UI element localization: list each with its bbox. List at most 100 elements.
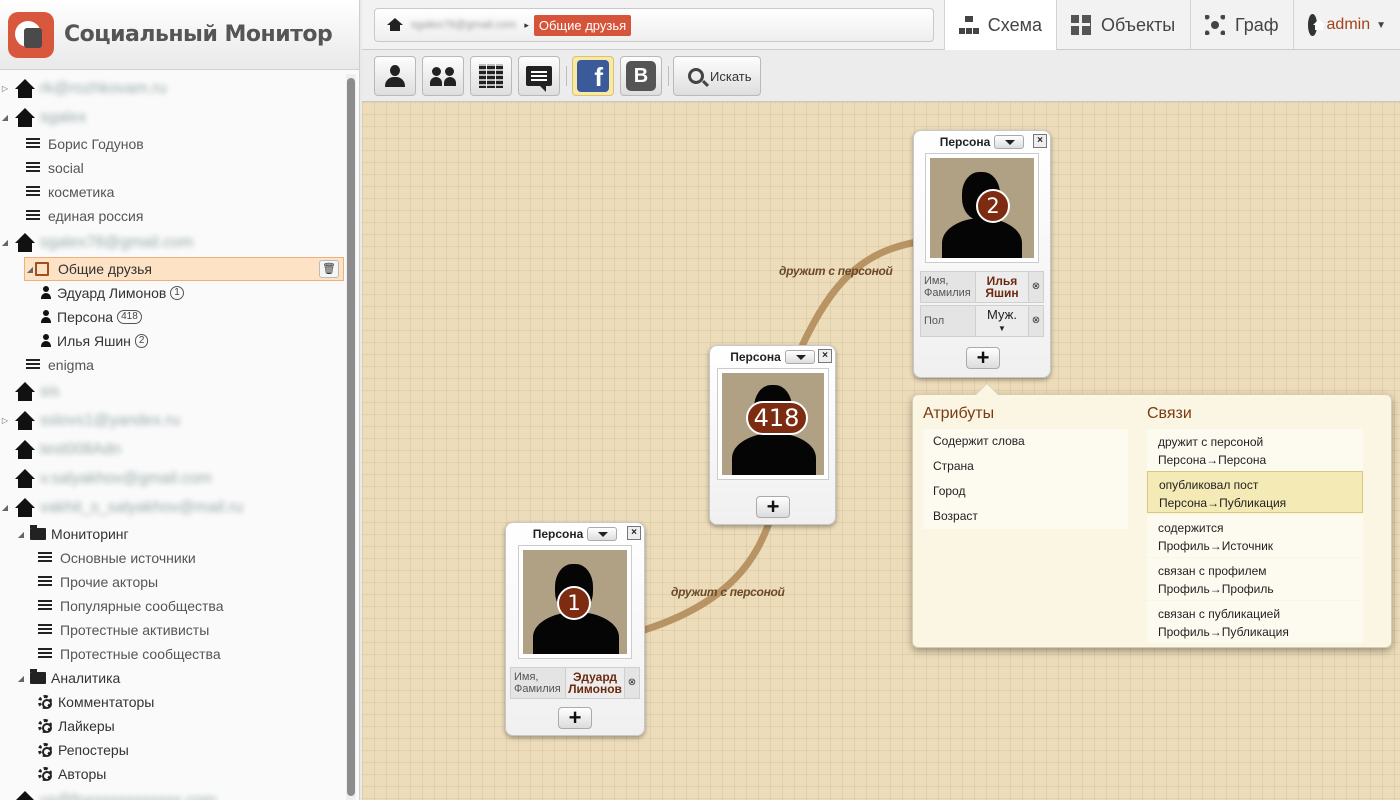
scrollbar-thumb[interactable] bbox=[347, 78, 355, 796]
breadcrumb-current[interactable]: Общие друзья bbox=[533, 14, 632, 36]
trash-icon[interactable]: 🗑 bbox=[319, 260, 339, 278]
expand-icon[interactable]: ▷ bbox=[0, 416, 10, 425]
add-attribute-button[interactable]: + bbox=[966, 347, 1000, 369]
link-option[interactable]: дружит с персоной Персона→Персона bbox=[1147, 429, 1363, 471]
link-option-highlighted[interactable]: опубликовал пост Персона→Публикация bbox=[1147, 471, 1363, 513]
expand-icon[interactable]: ▷ bbox=[0, 84, 10, 93]
tree-item-selected[interactable]: ◢ Общие друзья 🗑 bbox=[24, 257, 344, 281]
tree-item[interactable]: Борис Годунов bbox=[0, 132, 346, 156]
link-option[interactable]: содержится Профиль→Источник bbox=[1147, 515, 1363, 557]
tree-account[interactable]: vs@foxxxxxxxxxxxx.com bbox=[0, 786, 346, 800]
add-message-button[interactable] bbox=[518, 56, 560, 96]
tree-item[interactable]: Протестные активисты bbox=[0, 618, 346, 642]
home-icon bbox=[14, 78, 36, 99]
tree-label: Популярные сообщества bbox=[60, 598, 224, 614]
type-dropdown[interactable] bbox=[587, 527, 618, 541]
tree-account[interactable]: ◢ sgalex bbox=[0, 103, 346, 132]
collapse-icon[interactable]: ◢ bbox=[16, 674, 26, 683]
attribute-option[interactable]: Город bbox=[923, 479, 1128, 504]
link-name: опубликовал пост bbox=[1159, 478, 1259, 492]
tree-account[interactable]: test008Adn bbox=[0, 435, 346, 464]
collapse-icon[interactable]: ◢ bbox=[16, 530, 26, 539]
person-card[interactable]: Персона × 2 Имя, Фамилия Илья Яшин ⊗ Пол Муж… bbox=[913, 130, 1051, 378]
collapse-icon[interactable]: ◢ bbox=[25, 265, 35, 274]
edge-friend-418-2[interactable] bbox=[798, 238, 918, 348]
remove-icon[interactable]: ⊗ bbox=[1029, 272, 1043, 302]
link-option[interactable]: связан с публикацией Профиль→Публикация bbox=[1147, 601, 1363, 643]
tree-item[interactable]: enigma bbox=[0, 353, 346, 377]
person-number: 418 bbox=[745, 401, 808, 435]
tree-item[interactable]: Лайкеры bbox=[0, 714, 346, 738]
tree-item[interactable]: косметика bbox=[0, 180, 346, 204]
gender-select[interactable]: Муж. ▼ bbox=[975, 306, 1029, 336]
logo[interactable]: Социальный Монитор bbox=[0, 0, 359, 70]
edge-friend-1-418[interactable] bbox=[642, 518, 774, 634]
home-icon bbox=[14, 232, 36, 253]
add-attribute-button[interactable]: + bbox=[756, 496, 790, 518]
tree-folder[interactable]: ◢ Аналитика bbox=[0, 666, 346, 690]
attribute-option[interactable]: Страна bbox=[923, 454, 1128, 479]
tree-account[interactable]: sis bbox=[0, 377, 346, 406]
attr-value[interactable]: Эдуард Лимонов bbox=[565, 668, 625, 698]
schema-canvas[interactable]: дружит с персоной дружит с персоной Перс… bbox=[362, 102, 1400, 800]
add-popover: Атрибуты Содержит слова Страна Город Воз… bbox=[912, 383, 1392, 648]
person-card[interactable]: Персона × 418 + bbox=[709, 345, 836, 525]
tree-person[interactable]: Персона 418 bbox=[0, 305, 346, 329]
tree-label: Мониторинг bbox=[51, 526, 129, 542]
tree-item[interactable]: social bbox=[0, 156, 346, 180]
home-icon[interactable] bbox=[387, 18, 403, 32]
collapse-icon[interactable]: ◢ bbox=[0, 113, 10, 122]
tree-account[interactable]: ◢ vakhit_s_salyakhov@mail.ru bbox=[0, 493, 346, 522]
type-dropdown[interactable] bbox=[784, 350, 815, 364]
tree-item[interactable]: Комментаторы bbox=[0, 690, 346, 714]
card-header: Персона × bbox=[914, 131, 1050, 153]
folder-icon bbox=[30, 525, 46, 540]
tree-person[interactable]: Эдуард Лимонов 1 bbox=[0, 281, 346, 305]
tree-item[interactable]: Протестные сообщества bbox=[0, 642, 346, 666]
type-dropdown[interactable] bbox=[994, 135, 1025, 149]
add-person-button[interactable] bbox=[374, 56, 416, 96]
tree-account[interactable]: ◢ sgalex78@gmail.com bbox=[0, 228, 346, 257]
gender-value: Муж. bbox=[987, 307, 1017, 322]
add-organization-button[interactable] bbox=[470, 56, 512, 96]
facebook-toggle[interactable]: f bbox=[572, 56, 614, 96]
attr-value[interactable]: Илья Яшин bbox=[975, 272, 1029, 302]
facebook-icon: f bbox=[577, 60, 609, 92]
vk-toggle[interactable]: B bbox=[620, 56, 662, 96]
tree-person[interactable]: Илья Яшин 2 bbox=[0, 329, 346, 353]
add-attribute-button[interactable]: + bbox=[558, 707, 592, 729]
tree-account[interactable]: ▷ sslovs1@yandex.ru bbox=[0, 406, 346, 435]
collapse-icon[interactable]: ◢ bbox=[0, 503, 10, 512]
add-group-button[interactable] bbox=[422, 56, 464, 96]
link-name: связан с публикацией bbox=[1158, 607, 1281, 621]
close-icon[interactable]: × bbox=[818, 349, 832, 363]
remove-icon[interactable]: ⊗ bbox=[625, 668, 639, 698]
tab-graph[interactable]: Граф bbox=[1190, 0, 1293, 50]
close-icon[interactable]: × bbox=[1033, 134, 1047, 148]
close-icon[interactable]: × bbox=[627, 526, 641, 540]
sidebar-scrollbar[interactable] bbox=[346, 74, 356, 800]
attribute-option[interactable]: Возраст bbox=[923, 504, 1128, 529]
tree-label: vakhit_s_salyakhov@mail.ru bbox=[40, 498, 243, 516]
attribute-option[interactable]: Содержит слова bbox=[923, 429, 1128, 454]
tab-schema[interactable]: Схема bbox=[944, 0, 1056, 51]
tree-item[interactable]: Репостеры bbox=[0, 738, 346, 762]
tree-item[interactable]: единая россия bbox=[0, 204, 346, 228]
tree-item[interactable]: Авторы bbox=[0, 762, 346, 786]
user-menu[interactable]: admin ▼ bbox=[1293, 0, 1400, 50]
breadcrumb-account[interactable]: sgalex78@gmail.com bbox=[411, 19, 516, 31]
tree-item[interactable]: Прочие акторы bbox=[0, 570, 346, 594]
person-card[interactable]: Персона × 1 Имя, Фамилия Эдуард Лимонов ⊗ + bbox=[505, 522, 645, 736]
home-icon bbox=[14, 468, 36, 489]
remove-icon[interactable]: ⊗ bbox=[1029, 306, 1043, 336]
tree-item[interactable]: Популярные сообщества bbox=[0, 594, 346, 618]
tree-folder[interactable]: ◢ Мониторинг bbox=[0, 522, 346, 546]
edge-label: дружит с персоной bbox=[779, 264, 893, 278]
search-button[interactable]: Искать bbox=[673, 56, 761, 96]
tab-objects[interactable]: Объекты bbox=[1056, 0, 1190, 50]
tree-item[interactable]: Основные источники bbox=[0, 546, 346, 570]
link-option[interactable]: связан с профилем Профиль→Профиль bbox=[1147, 558, 1363, 600]
collapse-icon[interactable]: ◢ bbox=[0, 238, 10, 247]
tree-account[interactable]: ▷ rk@rozhkovam.ru bbox=[0, 74, 346, 103]
tree-account[interactable]: v.salyakhov@gmail.com bbox=[0, 464, 346, 493]
